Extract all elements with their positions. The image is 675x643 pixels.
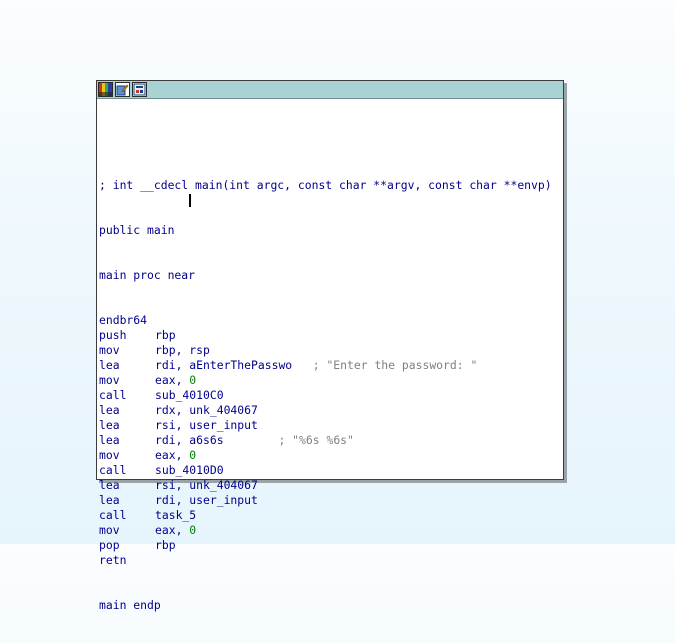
instruction-line[interactable]: lea rsi, unk_404067 bbox=[99, 478, 563, 493]
instruction-mnemonic: call bbox=[99, 463, 127, 477]
instruction-line[interactable]: lea rdi, a6s6s ; "%6s %6s" bbox=[99, 433, 563, 448]
instruction-line[interactable]: mov eax, 0 bbox=[99, 373, 563, 388]
graph-overview-icon[interactable] bbox=[132, 82, 147, 97]
instruction-line[interactable]: lea rsi, user_input bbox=[99, 418, 563, 433]
instruction-operands: eax, bbox=[155, 448, 190, 462]
instruction-operands: sub_4010D0 bbox=[155, 463, 224, 477]
instruction-comment: ; "Enter the password: " bbox=[312, 358, 478, 372]
function-signature-comment: ; int __cdecl main(int argc, const char … bbox=[99, 178, 552, 192]
instruction-operands: task_5 bbox=[155, 508, 197, 522]
instruction-mnemonic: lea bbox=[99, 493, 120, 507]
instruction-mnemonic: call bbox=[99, 508, 127, 522]
instruction-operands: rsi, unk_404067 bbox=[155, 478, 258, 492]
instruction-mnemonic: call bbox=[99, 388, 127, 402]
instruction-mnemonic: lea bbox=[99, 358, 120, 372]
instruction-line[interactable]: retn bbox=[99, 553, 563, 568]
instruction-operands: rdi, user_input bbox=[155, 493, 258, 507]
instruction-operands: rdx, unk_404067 bbox=[155, 403, 258, 417]
instruction-operands: rbp, rsp bbox=[155, 343, 210, 357]
instruction-operands: eax, bbox=[155, 373, 190, 387]
instruction-line[interactable]: mov rbp, rsp bbox=[99, 343, 563, 358]
endp-declaration: main endp bbox=[99, 598, 161, 612]
instruction-mnemonic: pop bbox=[99, 538, 120, 552]
instruction-mnemonic: mov bbox=[99, 343, 120, 357]
proc-declaration: main proc near bbox=[99, 268, 196, 282]
immediate-value: 0 bbox=[189, 448, 197, 462]
public-declaration: public main bbox=[99, 223, 175, 237]
instruction-operands: rsi, user_input bbox=[155, 418, 258, 432]
instruction-line[interactable]: push rbp bbox=[99, 328, 563, 343]
instruction-line[interactable]: endbr64 bbox=[99, 313, 563, 328]
color-palette-icon[interactable] bbox=[98, 82, 113, 97]
instruction-comment: ; "%6s %6s" bbox=[278, 433, 354, 447]
instruction-mnemonic: lea bbox=[99, 418, 120, 432]
instruction-operands: rbp bbox=[155, 328, 176, 342]
instruction-operands: rbp bbox=[155, 538, 176, 552]
instruction-line[interactable]: call sub_4010D0 bbox=[99, 463, 563, 478]
instruction-line[interactable]: mov eax, 0 bbox=[99, 523, 563, 538]
instruction-mnemonic: lea bbox=[99, 478, 120, 492]
node-titlebar bbox=[97, 81, 563, 99]
graph-node-main[interactable]: ; int __cdecl main(int argc, const char … bbox=[96, 80, 564, 612]
instruction-line[interactable]: mov eax, 0 bbox=[99, 448, 563, 463]
instruction-line[interactable]: pop rbp bbox=[99, 538, 563, 553]
instruction-operands: rdi, aEnterThePasswo bbox=[155, 358, 306, 372]
immediate-value: 0 bbox=[189, 373, 197, 387]
instruction-mnemonic: mov bbox=[99, 448, 120, 462]
instruction-mnemonic: lea bbox=[99, 403, 120, 417]
instruction-mnemonic: mov bbox=[99, 373, 120, 387]
instruction-mnemonic: lea bbox=[99, 433, 120, 447]
instruction-line[interactable]: call task_5 bbox=[99, 508, 563, 523]
text-cursor bbox=[189, 194, 191, 207]
disassembly-listing[interactable]: ; int __cdecl main(int argc, const char … bbox=[99, 148, 563, 643]
instruction-mnemonic: retn bbox=[99, 553, 127, 567]
instruction-operands: rdi, a6s6s bbox=[155, 433, 272, 447]
instruction-line[interactable]: lea rdi, aEnterThePasswo ; "Enter the pas… bbox=[99, 358, 563, 373]
instruction-line[interactable]: lea rdx, unk_404067 bbox=[99, 403, 563, 418]
edit-node-icon[interactable] bbox=[115, 82, 130, 97]
immediate-value: 0 bbox=[189, 523, 197, 537]
instruction-mnemonic: push bbox=[99, 328, 127, 342]
instruction-line[interactable]: lea rdi, user_input bbox=[99, 493, 563, 508]
instruction-mnemonic: endbr64 bbox=[99, 313, 148, 327]
instruction-operands: sub_4010C0 bbox=[155, 388, 224, 402]
instruction-mnemonic: mov bbox=[99, 523, 120, 537]
instruction-line[interactable]: call sub_4010C0 bbox=[99, 388, 563, 403]
instruction-operands: eax, bbox=[155, 523, 190, 537]
